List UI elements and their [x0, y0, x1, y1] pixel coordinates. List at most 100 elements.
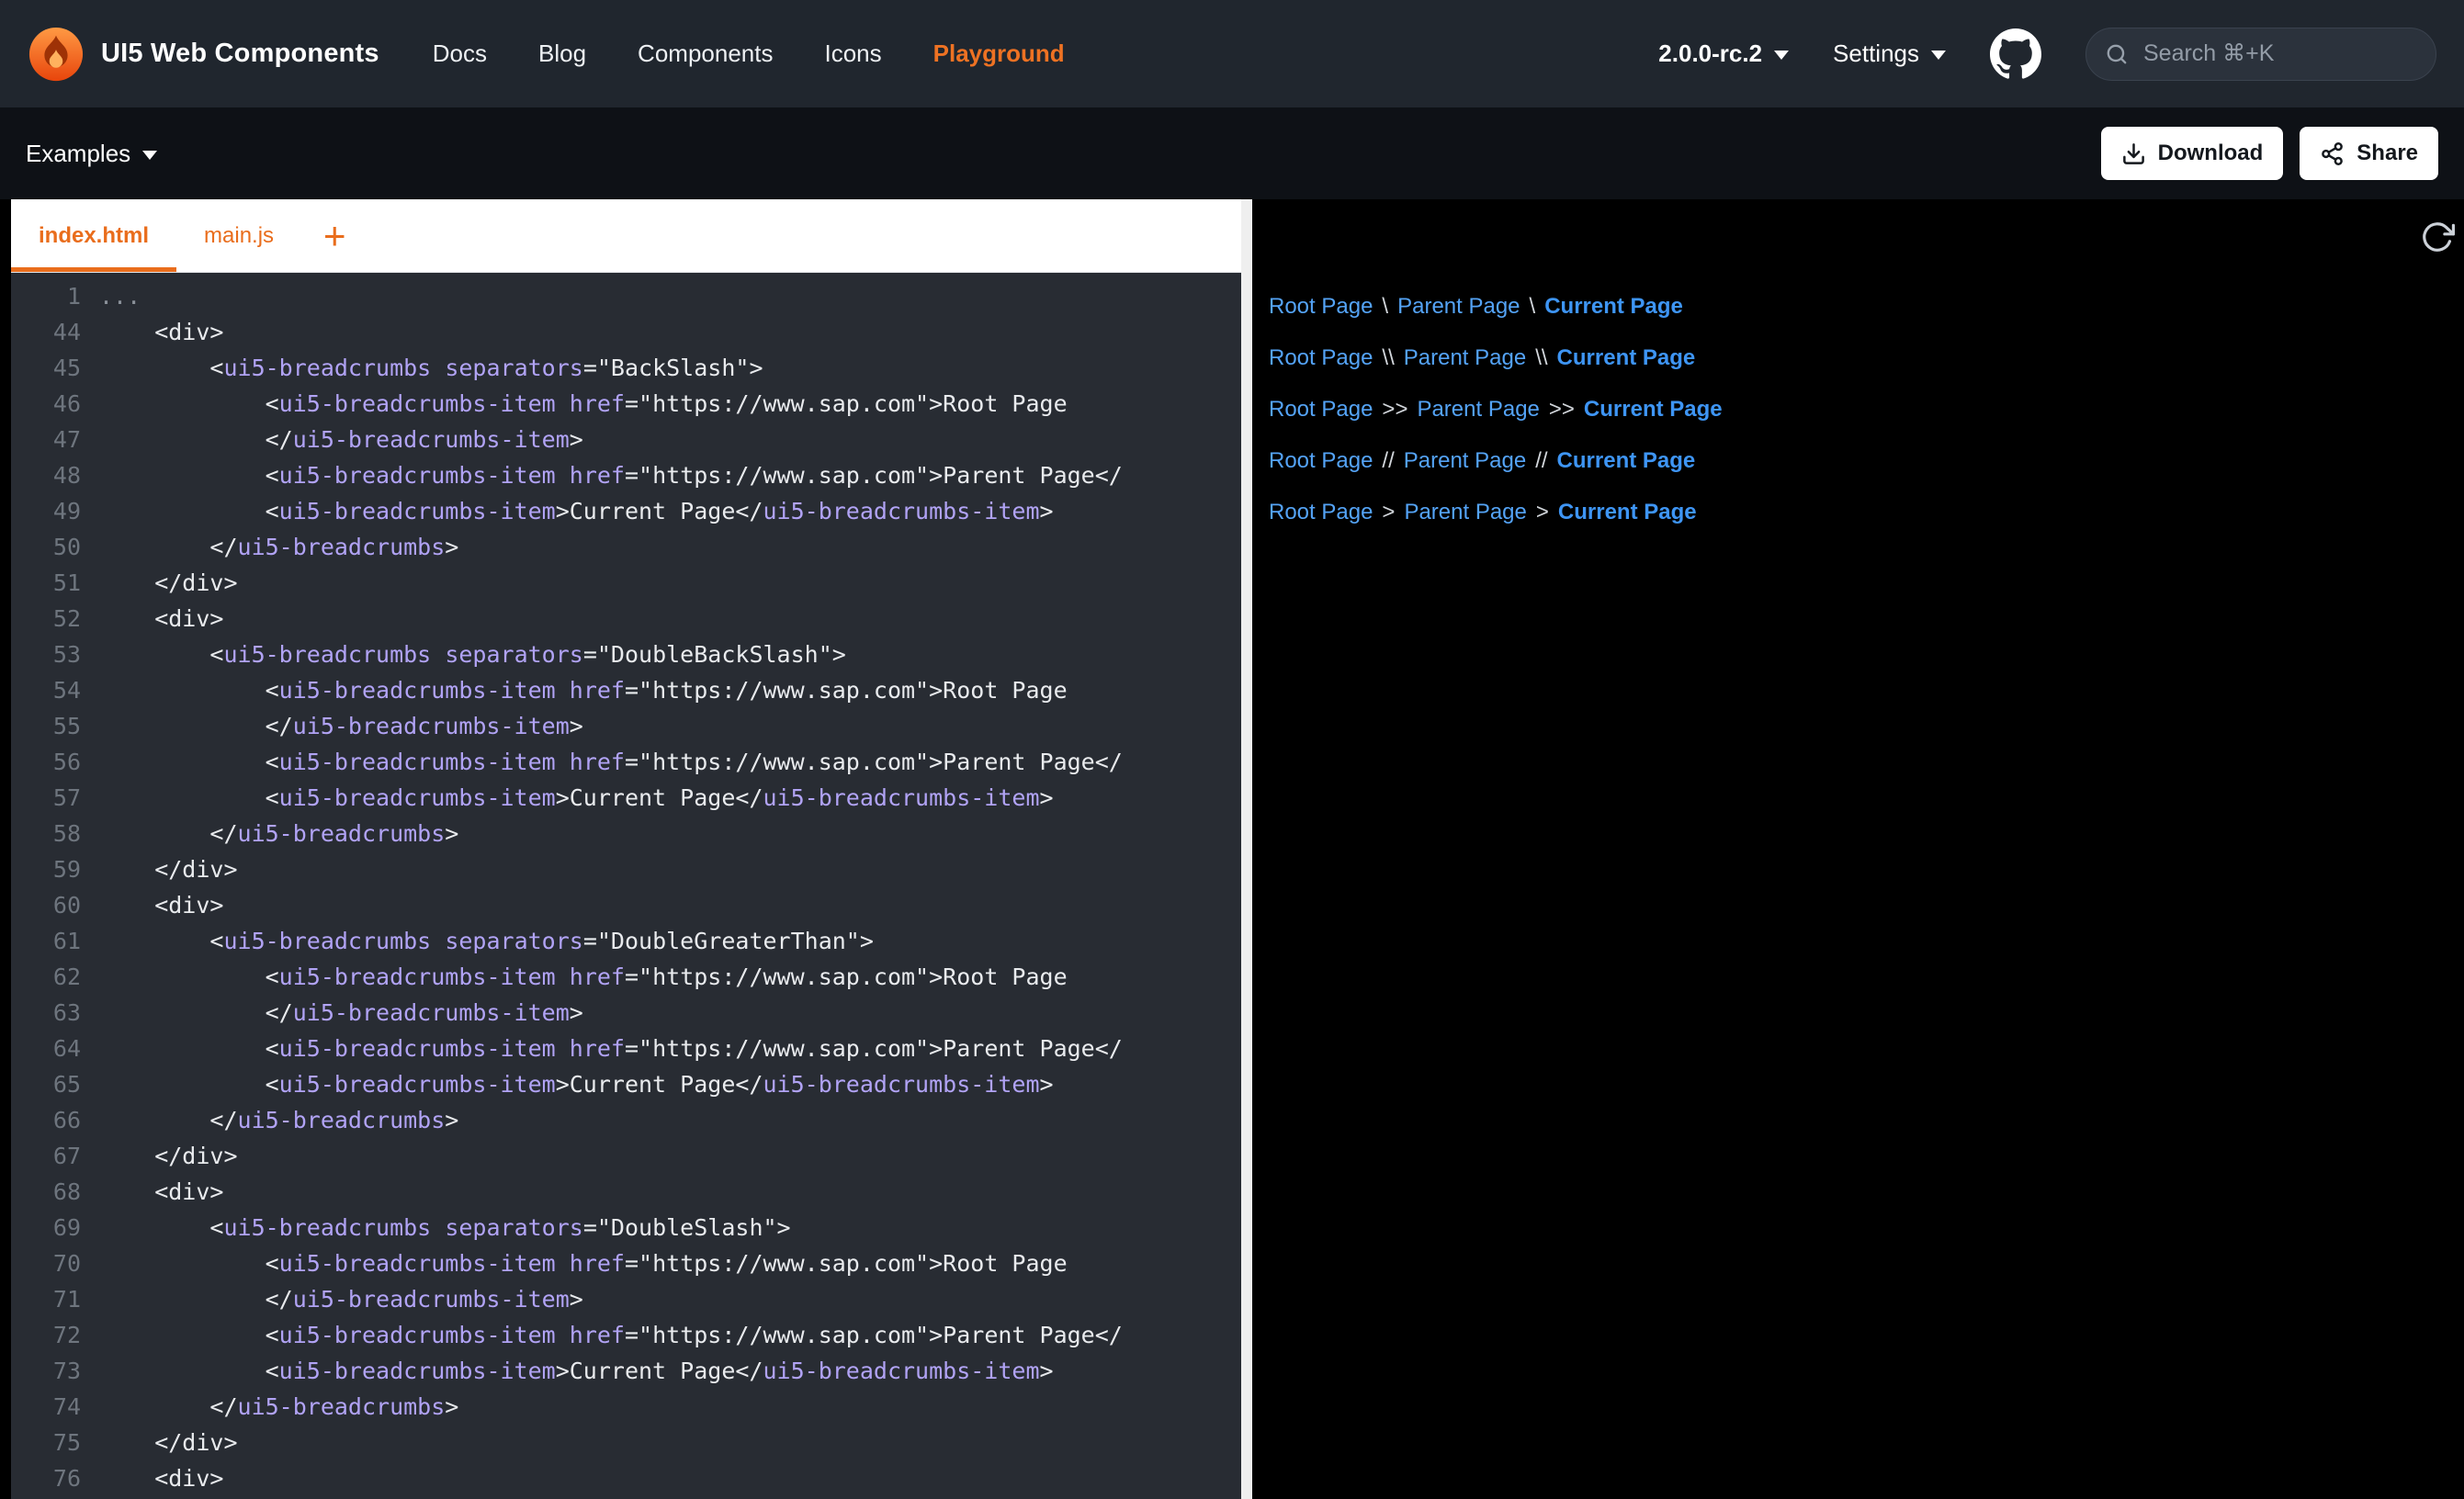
code-line: 75 </div>	[11, 1425, 1241, 1460]
nav-item-blog[interactable]: Blog	[538, 39, 586, 68]
breadcrumb-separator: \\	[1535, 345, 1547, 371]
breadcrumb-current: Current Page	[1557, 345, 1696, 371]
line-number: 59	[11, 851, 99, 887]
code-line: 1...	[11, 278, 1241, 314]
breadcrumb-current: Current Page	[1557, 448, 1696, 474]
share-label: Share	[2357, 141, 2418, 166]
version-dropdown[interactable]: 2.0.0-rc.2	[1658, 39, 1789, 68]
line-number: 55	[11, 708, 99, 744]
code-line: 72 <ui5-breadcrumbs-item href="https://w…	[11, 1317, 1241, 1353]
breadcrumb-row: Root Page>>Parent Page>>Current Page	[1269, 384, 2449, 435]
breadcrumb-link-parent[interactable]: Parent Page	[1404, 448, 1526, 474]
code-line: 50 </ui5-breadcrumbs>	[11, 529, 1241, 565]
breadcrumb-link-root[interactable]: Root Page	[1269, 294, 1373, 320]
code-line: 69 <ui5-breadcrumbs separators="DoubleSl…	[11, 1210, 1241, 1245]
settings-dropdown[interactable]: Settings	[1833, 39, 1946, 68]
line-number: 60	[11, 887, 99, 923]
editor-tab-main.js[interactable]: main.js	[176, 199, 301, 272]
code-line: 44 <div>	[11, 314, 1241, 350]
breadcrumb-row: Root Page\\Parent Page\\Current Page	[1269, 332, 2449, 384]
nav-item-docs[interactable]: Docs	[433, 39, 487, 68]
code-line: 63 </ui5-breadcrumbs-item>	[11, 995, 1241, 1031]
breadcrumb-row: Root Page\Parent Page\Current Page	[1269, 281, 2449, 332]
code-editor[interactable]: 1...44 <div>45 <ui5-breadcrumbs separato…	[11, 273, 1241, 1499]
breadcrumb-link-parent[interactable]: Parent Page	[1404, 500, 1526, 525]
search-input[interactable]	[2142, 39, 2417, 68]
breadcrumb-link-root[interactable]: Root Page	[1269, 397, 1373, 423]
breadcrumb-link-root[interactable]: Root Page	[1269, 345, 1373, 371]
refresh-icon	[2420, 220, 2455, 254]
download-label: Download	[2158, 141, 2264, 166]
share-button[interactable]: Share	[2300, 127, 2438, 180]
ui5-logo-icon[interactable]	[28, 26, 85, 83]
line-number: 51	[11, 565, 99, 601]
pane-resizer[interactable]	[1241, 199, 1252, 1499]
code-line: 70 <ui5-breadcrumbs-item href="https://w…	[11, 1245, 1241, 1281]
top-header: UI5 Web Components Docs Blog Components Ico…	[0, 0, 2464, 107]
version-label: 2.0.0-rc.2	[1658, 39, 1762, 68]
line-number: 47	[11, 422, 99, 457]
editor-tabbar: index.htmlmain.js+	[11, 199, 1241, 273]
line-number: 45	[11, 350, 99, 386]
line-number: 73	[11, 1353, 99, 1389]
breadcrumb-separator: >	[1536, 500, 1549, 525]
line-number: 44	[11, 314, 99, 350]
breadcrumb-link-root[interactable]: Root Page	[1269, 500, 1373, 525]
editor-pane: index.htmlmain.js+ 1...44 <div>45 <ui5-b…	[11, 199, 1241, 1499]
toolbar-actions: Download Share	[2101, 127, 2438, 180]
left-gap	[0, 199, 11, 1499]
line-number: 52	[11, 601, 99, 637]
breadcrumb-link-parent[interactable]: Parent Page	[1397, 294, 1520, 320]
line-number: 50	[11, 529, 99, 565]
breadcrumb-separator: >>	[1549, 397, 1575, 423]
brand-title: UI5 Web Components	[101, 39, 379, 69]
breadcrumb-separator: //	[1382, 448, 1394, 474]
examples-dropdown[interactable]: Examples	[26, 140, 157, 168]
search-icon	[2105, 42, 2129, 66]
nav-item-playground[interactable]: Playground	[933, 39, 1065, 68]
code-line: 52 <div>	[11, 601, 1241, 637]
header-right: 2.0.0-rc.2 Settings	[1658, 28, 2436, 81]
line-number: 63	[11, 995, 99, 1031]
line-number: 57	[11, 780, 99, 816]
line-number: 62	[11, 959, 99, 995]
code-line: 68 <div>	[11, 1174, 1241, 1210]
breadcrumb-link-parent[interactable]: Parent Page	[1417, 397, 1539, 423]
code-line: 67 </div>	[11, 1138, 1241, 1174]
nav-item-components[interactable]: Components	[638, 39, 773, 68]
refresh-button[interactable]	[2420, 220, 2455, 254]
chevron-down-icon	[1774, 51, 1789, 60]
code-line: 71 </ui5-breadcrumbs-item>	[11, 1281, 1241, 1317]
breadcrumb-link-parent[interactable]: Parent Page	[1404, 345, 1526, 371]
code-line: 73 <ui5-breadcrumbs-item>Current Page</u…	[11, 1353, 1241, 1389]
code-line: 46 <ui5-breadcrumbs-item href="https://w…	[11, 386, 1241, 422]
chevron-down-icon	[1931, 51, 1946, 60]
line-number: 53	[11, 637, 99, 672]
code-line: 66 </ui5-breadcrumbs>	[11, 1102, 1241, 1138]
code-line: 74 </ui5-breadcrumbs>	[11, 1389, 1241, 1425]
chevron-down-icon	[142, 151, 157, 160]
code-line: 58 </ui5-breadcrumbs>	[11, 816, 1241, 851]
breadcrumb-row: Root Page//Parent Page//Current Page	[1269, 435, 2449, 487]
download-button[interactable]: Download	[2101, 127, 2284, 180]
nav-item-icons[interactable]: Icons	[824, 39, 881, 68]
examples-label: Examples	[26, 140, 130, 168]
breadcrumbs-preview: Root Page\Parent Page\Current PageRoot P…	[1269, 281, 2449, 538]
code-line: 65 <ui5-breadcrumbs-item>Current Page</u…	[11, 1066, 1241, 1102]
add-tab-button[interactable]: +	[301, 199, 368, 272]
breadcrumb-separator: >>	[1382, 397, 1407, 423]
settings-label: Settings	[1833, 39, 1919, 68]
line-number: 46	[11, 386, 99, 422]
line-number: 75	[11, 1425, 99, 1460]
code-line: 49 <ui5-breadcrumbs-item>Current Page</u…	[11, 493, 1241, 529]
code-line: 54 <ui5-breadcrumbs-item href="https://w…	[11, 672, 1241, 708]
brand[interactable]: UI5 Web Components	[28, 26, 379, 83]
line-number: 76	[11, 1460, 99, 1496]
editor-tab-index.html[interactable]: index.html	[11, 199, 176, 272]
code-line: 57 <ui5-breadcrumbs-item>Current Page</u…	[11, 780, 1241, 816]
line-number: 70	[11, 1245, 99, 1281]
github-icon[interactable]	[1990, 28, 2041, 80]
breadcrumb-link-root[interactable]: Root Page	[1269, 448, 1373, 474]
line-number: 54	[11, 672, 99, 708]
main-nav: Docs Blog Components Icons Playground	[433, 39, 1065, 68]
